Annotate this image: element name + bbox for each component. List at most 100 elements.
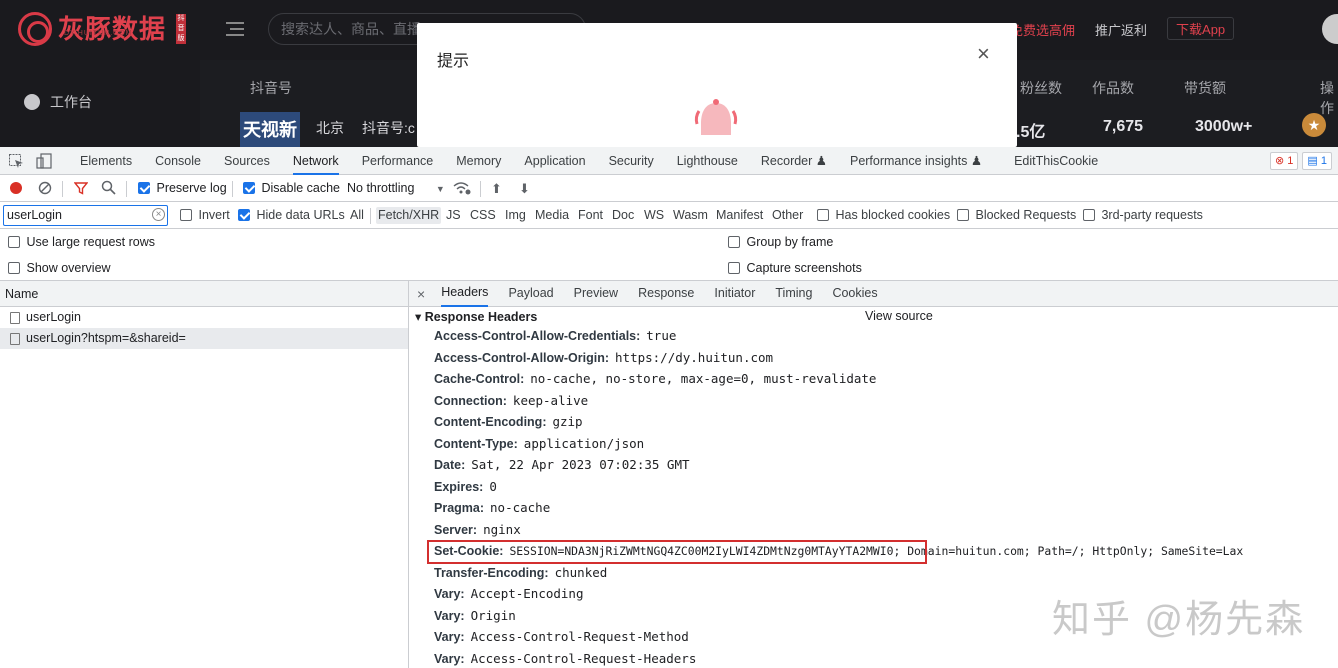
type-filter-wasm[interactable]: Wasm bbox=[673, 208, 708, 222]
third-party-checkbox[interactable]: 3rd-party requests bbox=[1083, 208, 1203, 222]
error-count-badge[interactable]: ⊗ 1 bbox=[1270, 152, 1299, 170]
invert-checkbox[interactable]: Invert bbox=[180, 208, 230, 222]
account-thumbnail[interactable]: 天视新闻 bbox=[240, 112, 300, 147]
tab-payload[interactable]: Payload bbox=[508, 281, 553, 306]
tab-security[interactable]: Security bbox=[609, 147, 654, 175]
col-header-sales[interactable]: 带货额 bbox=[1184, 78, 1226, 98]
col-header-works[interactable]: 作品数 bbox=[1092, 78, 1134, 98]
tab-elements[interactable]: Elements bbox=[80, 147, 132, 175]
throttling-select[interactable]: No throttling ▼ bbox=[347, 181, 445, 195]
type-filter-doc[interactable]: Doc bbox=[612, 208, 634, 222]
network-conditions-icon[interactable] bbox=[453, 181, 471, 198]
checkbox-icon bbox=[180, 209, 192, 221]
tab-application[interactable]: Application bbox=[524, 147, 585, 175]
modal-close-icon[interactable]: × bbox=[977, 43, 990, 65]
logo-text: 灰豚数据 bbox=[58, 14, 167, 44]
request-row[interactable]: userLogin bbox=[0, 307, 408, 328]
name-column-header[interactable]: Name bbox=[0, 281, 408, 307]
tab-cookies[interactable]: Cookies bbox=[832, 281, 877, 306]
preserve-log-label: Preserve log bbox=[156, 181, 227, 195]
clear-filter-icon[interactable]: × bbox=[152, 208, 165, 221]
type-filter-font[interactable]: Font bbox=[578, 208, 603, 222]
record-icon[interactable] bbox=[10, 182, 22, 194]
capture-screenshots-checkbox[interactable]: Capture screenshots bbox=[728, 261, 862, 275]
tab-timing[interactable]: Timing bbox=[775, 281, 812, 306]
tab-memory[interactable]: Memory bbox=[456, 147, 501, 175]
preserve-log-checkbox[interactable]: Preserve log bbox=[138, 181, 227, 195]
nav-download-app[interactable]: 下载App bbox=[1167, 17, 1235, 40]
header-value: no-cache, no-store, max-age=0, must-reva… bbox=[530, 371, 877, 386]
disable-cache-checkbox[interactable]: Disable cache bbox=[243, 181, 340, 195]
logo-badge: 抖音版 bbox=[176, 14, 187, 44]
header-row: Vary: Accept-Encoding bbox=[434, 585, 583, 603]
header-row: Content-Type: application/json bbox=[434, 435, 644, 453]
export-har-icon[interactable]: ⬇ bbox=[519, 181, 530, 197]
request-row-selected[interactable]: userLogin?htspm=&shareid= bbox=[0, 328, 408, 349]
tab-recorder[interactable]: Recorder ♟ bbox=[761, 147, 827, 175]
tab-console[interactable]: Console bbox=[155, 147, 201, 175]
search-icon[interactable] bbox=[101, 180, 116, 198]
avatar[interactable] bbox=[1322, 14, 1338, 44]
filter-icon[interactable] bbox=[73, 181, 89, 198]
tab-response[interactable]: Response bbox=[638, 281, 694, 306]
checkbox-icon bbox=[243, 182, 255, 194]
has-blocked-cookies-checkbox[interactable]: Has blocked cookies bbox=[817, 208, 950, 222]
tab-sources[interactable]: Sources bbox=[224, 147, 270, 175]
header-value: application/json bbox=[523, 435, 645, 451]
header-row: Access-Control-Allow-Origin: https://dy.h… bbox=[434, 349, 773, 367]
header-value: Sat, 22 Apr 2023 07:02:35 GMT bbox=[471, 457, 690, 472]
tab-performance-insights[interactable]: Performance insights ♟ bbox=[850, 147, 982, 175]
sidebar-item-workbench[interactable]: 工作台 bbox=[24, 92, 92, 112]
header-value: true bbox=[646, 328, 677, 343]
filter-input[interactable]: userLogin bbox=[3, 205, 168, 226]
message-count-badge[interactable]: ▤ 1 bbox=[1302, 152, 1332, 170]
device-toolbar-icon[interactable] bbox=[36, 153, 52, 169]
menu-toggle-icon[interactable] bbox=[226, 22, 244, 36]
header-value: https://dy.huitun.com bbox=[615, 349, 774, 365]
site-logo[interactable]: 灰豚数据 抖音版 bbox=[18, 10, 187, 48]
tab-preview[interactable]: Preview bbox=[574, 281, 618, 306]
header-value: no-cache bbox=[490, 500, 551, 515]
filter-bar: userLogin × Invert Hide data URLs All Fe… bbox=[0, 202, 1338, 229]
detail-tabs: × Headers Payload Preview Response Initi… bbox=[409, 281, 1338, 307]
large-rows-label: Use large request rows bbox=[26, 235, 156, 249]
show-overview-checkbox[interactable]: Show overview bbox=[8, 261, 111, 275]
import-har-icon[interactable]: ⬆ bbox=[491, 181, 502, 197]
clear-icon[interactable] bbox=[38, 181, 52, 198]
type-filter-js[interactable]: JS bbox=[446, 208, 461, 222]
tab-editthiscookie[interactable]: EditThisCookie bbox=[1014, 147, 1098, 175]
large-rows-checkbox[interactable]: Use large request rows bbox=[8, 235, 155, 249]
error-count: 1 bbox=[1287, 155, 1294, 167]
group-by-frame-label: Group by frame bbox=[746, 235, 834, 249]
type-filter-img[interactable]: Img bbox=[505, 208, 526, 222]
view-source-link[interactable]: View source bbox=[865, 309, 933, 323]
type-filter-manifest[interactable]: Manifest bbox=[716, 208, 763, 222]
header-value: Accept-Encoding bbox=[470, 586, 584, 601]
blocked-requests-checkbox[interactable]: Blocked Requests bbox=[957, 208, 1076, 222]
close-details-icon[interactable]: × bbox=[417, 286, 425, 302]
header-row: Transfer-Encoding: chunked bbox=[434, 564, 607, 582]
tab-network[interactable]: Network bbox=[292, 147, 339, 175]
tab-initiator[interactable]: Initiator bbox=[714, 281, 755, 306]
network-settings: Use large request rows Show overview Gro… bbox=[0, 229, 1338, 281]
nav-promo-rebate[interactable]: 推广返利 bbox=[1095, 20, 1147, 40]
type-filter-css[interactable]: CSS bbox=[470, 208, 496, 222]
tab-headers[interactable]: Headers bbox=[441, 280, 489, 307]
type-filter-all[interactable]: All bbox=[350, 208, 364, 222]
nav-high-commission[interactable]: 免费选高佣 bbox=[1010, 20, 1075, 40]
tab-performance[interactable]: Performance bbox=[362, 147, 434, 175]
type-filter-fetch-xhr[interactable]: Fetch/XHR bbox=[376, 207, 442, 224]
tab-lighthouse[interactable]: Lighthouse bbox=[677, 147, 738, 175]
row-location: 北京 bbox=[316, 120, 344, 136]
inspect-element-icon[interactable] bbox=[8, 153, 24, 169]
type-filter-ws[interactable]: WS bbox=[644, 208, 664, 222]
header-name: Transfer-Encoding: bbox=[434, 565, 549, 580]
group-by-frame-checkbox[interactable]: Group by frame bbox=[728, 235, 833, 249]
response-headers-section[interactable]: ▾ Response Headers bbox=[415, 309, 537, 324]
hide-data-urls-checkbox[interactable]: Hide data URLs bbox=[238, 208, 345, 222]
type-filter-other[interactable]: Other bbox=[772, 208, 803, 222]
type-filter-media[interactable]: Media bbox=[535, 208, 569, 222]
favorite-star-icon[interactable]: ★ bbox=[1302, 113, 1326, 137]
col-header-fans[interactable]: 粉丝数 bbox=[1020, 78, 1062, 98]
chevron-down-icon: ▼ bbox=[435, 184, 445, 194]
